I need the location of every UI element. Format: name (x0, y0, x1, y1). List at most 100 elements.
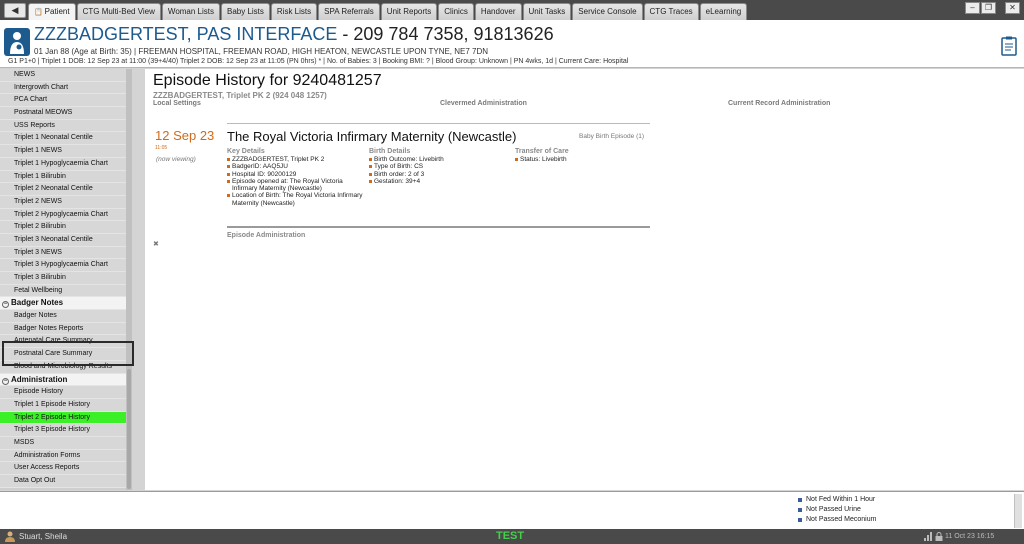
tab-unit-reports[interactable]: Unit Reports (380, 3, 438, 20)
sidebar-item-postnatal-meows[interactable]: Postnatal MEOWS (0, 107, 126, 120)
mother-baby-icon (4, 28, 30, 56)
collapse-icon[interactable]: − (2, 301, 9, 309)
minimize-icon[interactable]: – (965, 2, 980, 14)
sidebar-item-triplet-1-news[interactable]: Triplet 1 NEWS (0, 145, 126, 158)
alert-item[interactable]: Not Fed Within 1 Hour (798, 495, 876, 505)
sidebar-item-triplet-1-bilirubin[interactable]: Triplet 1 Bilirubin (0, 170, 126, 184)
clevermed-administration-link[interactable]: Clevermed Administration (440, 100, 527, 107)
sidebar-item-badger-notes-reports[interactable]: Badger Notes Reports (0, 322, 126, 336)
tab-risk-lists[interactable]: Risk Lists (270, 3, 318, 20)
tab-baby-lists[interactable]: Baby Lists (221, 3, 270, 20)
key-detail-items: ZZZBADGERTEST, Triplet PK 2 BadgerID: AAQ… (227, 156, 367, 207)
page-title: Episode History for 9240481257 (153, 72, 382, 89)
tab-unit-tasks[interactable]: Unit Tasks (522, 3, 572, 20)
sidebar-item-badger-notes[interactable]: Badger Notes (0, 310, 126, 323)
patient-name: ZZZBADGERTEST, PAS INTERFACE (34, 24, 338, 44)
sidebar-item-user-access-reports[interactable]: User Access Reports (0, 462, 126, 475)
birth-detail-items: Birth Outcome: Livebirth Type of Birth: C… (369, 156, 509, 185)
window-controls-right: ✕ (1005, 2, 1020, 14)
sidebar-item-news[interactable]: NEWS (0, 69, 126, 82)
tab-clinics[interactable]: Clinics (438, 3, 474, 20)
sidebar-item-triplet-3-neonatal-centile[interactable]: Triplet 3 Neonatal Centile (0, 233, 126, 247)
top-tab-bar: ◀ 📋 Patient CTG Multi-Bed View Woman Lists… (0, 0, 1024, 20)
sidebar-item-triplet-3-episode-history[interactable]: Triplet 3 Episode History (0, 424, 126, 437)
sidebar-item-triplet-3-bilirubin[interactable]: Triplet 3 Bilirubin (0, 272, 126, 285)
tools-icon[interactable]: ✖ (153, 240, 159, 248)
local-settings-link[interactable]: Local Settings (153, 100, 201, 107)
tab-label: Patient (44, 7, 70, 16)
key-details-heading: Key Details (227, 148, 265, 155)
sidebar-item-triplet-1-episode-history[interactable]: Triplet 1 Episode History (0, 398, 126, 412)
tab-label: CTG Multi-Bed View (82, 7, 155, 16)
episode-bottom-rule (227, 226, 650, 228)
sidebar-item-pca-chart[interactable]: PCA Chart (0, 94, 126, 108)
tab-label: Service Console (578, 7, 637, 16)
alerts-scrollbar[interactable] (1014, 494, 1022, 528)
logged-in-user[interactable]: Stuart, Sheila (19, 532, 67, 541)
sidebar-scrollbar[interactable] (126, 69, 132, 490)
sidebar-item-administration-forms[interactable]: Administration Forms (0, 449, 126, 463)
sidebar-item-triplet-1-neonatal-centile[interactable]: Triplet 1 Neonatal Centile (0, 132, 126, 146)
sidebar-item-fetal-wellbeing[interactable]: Fetal Wellbeing (0, 284, 126, 298)
tab-service-console[interactable]: Service Console (572, 3, 643, 20)
sidebar-item-triplet-2-bilirubin[interactable]: Triplet 2 Bilirubin (0, 221, 126, 234)
tab-ctg-traces[interactable]: CTG Traces (643, 3, 699, 20)
episode-administration-link[interactable]: Episode Administration (227, 232, 305, 239)
user-icon (5, 531, 15, 542)
record-subtitle: ZZZBADGERTEST, Triplet PK 2 (924 048 125… (153, 91, 327, 100)
main-content: Episode History for 9240481257 ZZZBADGER… (145, 69, 1024, 490)
sidebar-item-episode-history[interactable]: Episode History (0, 386, 126, 399)
clipboard-icon[interactable] (1001, 36, 1017, 56)
sidebar-item-triplet-1-hypoglycaemia-chart[interactable]: Triplet 1 Hypoglycaemia Chart (0, 157, 126, 171)
sidebar-section-administration[interactable]: − Administration (0, 373, 126, 387)
sidebar-scroll-thumb[interactable] (127, 369, 131, 489)
tab-label: Handover (480, 7, 516, 16)
tab-label: Baby Lists (227, 7, 264, 16)
alert-item[interactable]: Not Passed Meconium (798, 515, 876, 525)
birth-detail-item: Type of Birth: CS (369, 163, 509, 170)
key-detail-item: Hospital ID: 90200129 (227, 171, 367, 178)
back-button[interactable]: ◀ (4, 3, 26, 18)
environment-label: TEST (496, 530, 525, 542)
navigation-sidebar: NEWS Intergrowth Chart PCA Chart Postnatal … (0, 69, 132, 490)
sidebar-section-badger-notes[interactable]: − Badger Notes (0, 297, 126, 311)
tab-ctg-multi-bed-view[interactable]: CTG Multi-Bed View (76, 3, 161, 20)
key-detail-item: Episode opened at: The Royal Victoria In… (227, 178, 367, 193)
restore-icon[interactable]: ❐ (981, 2, 996, 14)
birth-details-column: Birth Details Birth Outcome: Livebirth Ty… (369, 148, 509, 185)
status-bar: Stuart, Sheila TEST 11 Oct 23 16:15 (0, 529, 1024, 544)
key-detail-item: Location of Birth: The Royal Victoria In… (227, 192, 367, 207)
sidebar-item-triplet-2-episode-history[interactable]: Triplet 2 Episode History (0, 411, 126, 425)
current-record-administration-link[interactable]: Current Record Administration (728, 100, 830, 107)
sidebar-item-triplet-3-hypoglycaemia-chart[interactable]: Triplet 3 Hypoglycaemia Chart (0, 259, 126, 272)
sidebar-item-intergrowth-chart[interactable]: Intergrowth Chart (0, 81, 126, 95)
sidebar-item-triplet-2-hypoglycaemia-chart[interactable]: Triplet 2 Hypoglycaemia Chart (0, 208, 126, 222)
sidebar-item-msds[interactable]: MSDS (0, 436, 126, 450)
sidebar-item-data-opt-out[interactable]: Data Opt Out (0, 475, 126, 488)
episode-date: 12 Sep 23 (155, 128, 215, 143)
episode-time: 11:05 (155, 145, 168, 151)
transfer-detail-item: Status: Livebirth (515, 156, 645, 163)
collapse-icon[interactable]: − (2, 377, 9, 385)
tab-label: Risk Lists (276, 7, 312, 16)
sidebar-item-uss-reports[interactable]: USS Reports (0, 119, 126, 133)
tab-handover[interactable]: Handover (474, 3, 522, 20)
tab-strip: 📋 Patient CTG Multi-Bed View Woman Lists Ba… (28, 3, 748, 20)
close-icon[interactable]: ✕ (1005, 2, 1020, 14)
tab-spa-referrals[interactable]: SPA Referrals (318, 3, 380, 20)
alert-item[interactable]: Not Passed Urine (798, 505, 876, 515)
tab-label: Unit Reports (386, 7, 432, 16)
tab-label: Clinics (444, 7, 468, 16)
sidebar-item-triplet-3-news[interactable]: Triplet 3 NEWS (0, 246, 126, 260)
episode-hospital[interactable]: The Royal Victoria Infirmary Maternity (… (227, 129, 516, 144)
sidebar-item-triplet-2-neonatal-centile[interactable]: Triplet 2 Neonatal Centile (0, 183, 126, 196)
sidebar-item-triplet-2-news[interactable]: Triplet 2 NEWS (0, 195, 126, 209)
tab-patient[interactable]: 📋 Patient (28, 3, 76, 20)
birth-detail-item: Birth Outcome: Livebirth (369, 156, 509, 163)
patient-tab-icon: 📋 (34, 9, 45, 16)
tab-woman-lists[interactable]: Woman Lists (161, 3, 220, 20)
alert-list: Not Fed Within 1 Hour Not Passed Urine Not… (798, 495, 876, 525)
lock-icon (935, 532, 943, 541)
tab-elearning[interactable]: eLearning (699, 3, 748, 20)
patient-info-line: G1 P1+0 | Triplet 1 DOB: 12 Sep 23 at 11… (8, 58, 629, 65)
